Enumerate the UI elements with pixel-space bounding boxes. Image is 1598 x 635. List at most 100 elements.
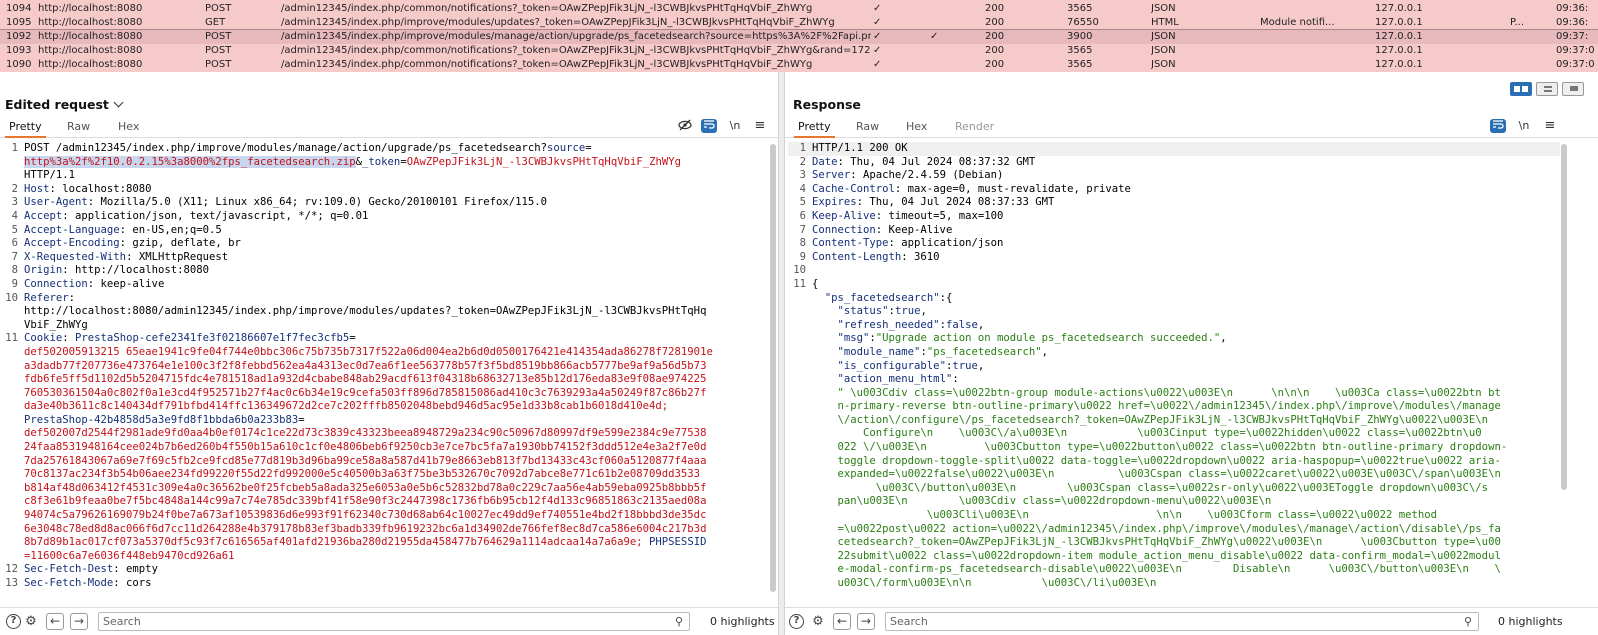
code-token: X-Requested-With (24, 250, 127, 263)
request-tabs: Pretty Raw Hex (0, 118, 778, 138)
history-ip-cell: 127.0.0.1 (1375, 17, 1423, 28)
layout-tabs-icon[interactable] (1562, 82, 1584, 96)
code-token: : 3610 (901, 250, 940, 263)
back-arrow-icon[interactable]: ← (46, 613, 64, 630)
request-search-input[interactable] (103, 614, 634, 629)
code-token: da3e40b3611c8c140434df791bfbd414ffc13634… (24, 400, 669, 413)
history-mime-cell: JSON (1151, 59, 1176, 70)
code-token: : Apache/2.4.59 (Debian) (850, 169, 1004, 182)
history-length-cell: 3565 (1067, 59, 1093, 70)
layout-side-by-side-icon[interactable] (1510, 82, 1532, 96)
code-text: toggle dropdown-toggle-split\u0022 data-… (812, 455, 1560, 469)
layout-stacked-icon[interactable] (1536, 82, 1558, 96)
code-line: "module_name":"ps_facetedsearch", (788, 346, 1560, 360)
history-edited-check: ✓ (873, 45, 882, 56)
code-token: : empty (113, 563, 158, 576)
gear-icon[interactable]: ⚙ (809, 613, 827, 631)
tab-response-pretty[interactable]: Pretty (794, 120, 835, 138)
code-token: "action_menu_html" (837, 373, 953, 386)
tab-response-hex[interactable]: Hex (906, 120, 927, 133)
response-highlights-count: 0 highlights (1498, 615, 1563, 628)
history-length-cell: 3565 (1067, 45, 1093, 56)
request-search-box[interactable]: ⚲ (98, 612, 690, 631)
history-host-cell: http://localhost:8080 (38, 45, 143, 56)
forward-arrow-icon[interactable]: → (70, 613, 88, 630)
code-token: _token (362, 155, 401, 168)
line-number: 1 (11, 142, 18, 154)
table-row[interactable]: 1092 http://localhost:8080 POST/admin12345… (0, 29, 1598, 45)
code-text: "module_name":"ps_facetedsearch", (812, 346, 1560, 360)
response-scrollbar[interactable] (1561, 144, 1567, 490)
code-line: 2 Host: localhost:8080 (0, 183, 770, 197)
line-number: 6 (799, 209, 806, 222)
history-edited-check: ✓ (873, 17, 882, 28)
history-edited-check: ✓ (873, 3, 882, 14)
request-editor[interactable]: 1 POST /admin12345/index.php/improve/modu… (0, 142, 770, 597)
line-number: 2 (11, 182, 18, 195)
newline-icon[interactable]: \n (1516, 119, 1532, 133)
code-token: http%3a%2f%2f10.0.2.15%3a8000%2fps_facet… (24, 155, 356, 168)
help-icon[interactable]: ? (789, 614, 804, 629)
history-id-cell: 1094 (6, 3, 32, 14)
line-number: 4 (799, 182, 806, 195)
newline-icon[interactable]: \n (727, 119, 743, 133)
response-search-input[interactable] (890, 614, 1423, 629)
word-wrap-icon[interactable] (1490, 119, 1506, 133)
code-line: 10 Referer: (0, 292, 770, 306)
menu-icon[interactable]: ≡ (752, 119, 768, 133)
word-wrap-icon[interactable] (701, 119, 717, 133)
request-scrollbar[interactable] (770, 144, 776, 592)
tab-response-raw[interactable]: Raw (856, 120, 879, 133)
response-editor[interactable]: 1 HTTP/1.1 200 OK 2 Date: Thu, 04 Jul 2024 … (788, 142, 1560, 597)
help-icon[interactable]: ? (6, 614, 21, 629)
code-line: cetedsearch?_token=OAwZPepJFik3LjN_-l3CW… (788, 536, 1560, 550)
code-text: 24faa8531948164cee024b7b6ed260b4f550b15a… (24, 441, 770, 455)
menu-icon[interactable]: ≡ (1542, 119, 1558, 133)
code-token: 24faa8531948164cee024b7b6ed260b4f550b15a… (24, 441, 707, 454)
response-search-box[interactable]: ⚲ (885, 612, 1479, 631)
history-url-cell: /admin12345/index.php/common/notificatio… (281, 59, 813, 70)
code-text: Configure\n \u003C\/a\u003E\n \u003Cinpu… (812, 427, 1560, 441)
code-token: , (977, 359, 985, 372)
gear-icon[interactable]: ⚙ (22, 613, 40, 631)
code-token: expanded=\u0022false\u0022\u003E\n \u003… (812, 468, 1501, 481)
code-text: 760530361504a0c802f0a1e3cd4f952571b27f4a… (24, 387, 770, 401)
line-number: 11 (793, 277, 806, 290)
code-text: User-Agent: Mozilla/5.0 (X11; Linux x86_… (24, 196, 770, 210)
pane-splitter[interactable] (778, 72, 785, 635)
code-text: Origin: http://localhost:8080 (24, 264, 770, 278)
code-line: 8b7d89b1ac017cf073a5370df5c93f7c616565af… (0, 536, 770, 550)
hide-eye-icon[interactable] (677, 119, 693, 133)
request-title[interactable]: Edited request (5, 97, 124, 112)
code-token: POST /admin12345/index.php/improve/modul… (24, 142, 547, 154)
table-row[interactable]: 1094 http://localhost:8080 POST/admin12345… (0, 2, 1598, 16)
forward-arrow-icon[interactable]: → (857, 613, 875, 630)
code-line: 5 Accept-Language: en-US,en;q=0.5 (0, 224, 770, 238)
code-token: HTTP/1.1 (24, 169, 76, 182)
tab-request-pretty[interactable]: Pretty (5, 120, 46, 138)
code-token: : Mozilla/5.0 (X11; Linux x86_64; rv:109… (87, 196, 547, 209)
table-row[interactable]: 1090 http://localhost:8080 POST/admin12345… (0, 58, 1598, 72)
tab-response-render[interactable]: Render (955, 120, 994, 133)
code-token: : application/json, text/javascript, */*… (62, 209, 369, 222)
code-line: \/action\/configure\/ps_facetedsearch?_t… (788, 414, 1560, 428)
code-token: 760530361504a0c802f0a1e3cd4f952571b27f4a… (24, 386, 707, 399)
code-line: 8 Origin: http://localhost:8080 (0, 264, 770, 278)
tab-request-raw[interactable]: Raw (67, 120, 90, 133)
table-row[interactable]: 1095 http://localhost:8080 GET/admin12345/… (0, 16, 1598, 30)
code-line: 13 Sec-Fetch-Mode: cors (0, 577, 770, 591)
history-time-cell: 09:37:0 (1556, 45, 1595, 56)
code-token: Server (812, 169, 851, 182)
code-token: PHPSESSID (649, 536, 707, 549)
code-text: n-primary-reverse btn-outline-primary\u0… (812, 400, 1560, 414)
code-line: "msg":"Upgrade action on module ps_facet… (788, 332, 1560, 346)
code-line: 760530361504a0c802f0a1e3cd4f952571b27f4a… (0, 387, 770, 401)
code-text: pan\u003E\n \u003Cdiv class=\u0022dropdo… (812, 495, 1560, 509)
code-token: "refresh_needed" (837, 318, 940, 331)
table-row[interactable]: 1093 http://localhost:8080 POST/admin12345… (0, 44, 1598, 58)
back-arrow-icon[interactable]: ← (833, 613, 851, 630)
tab-request-hex[interactable]: Hex (118, 120, 139, 133)
code-text: http://localhost:8080/admin12345/index.p… (24, 305, 770, 319)
line-number: 11 (5, 332, 18, 345)
